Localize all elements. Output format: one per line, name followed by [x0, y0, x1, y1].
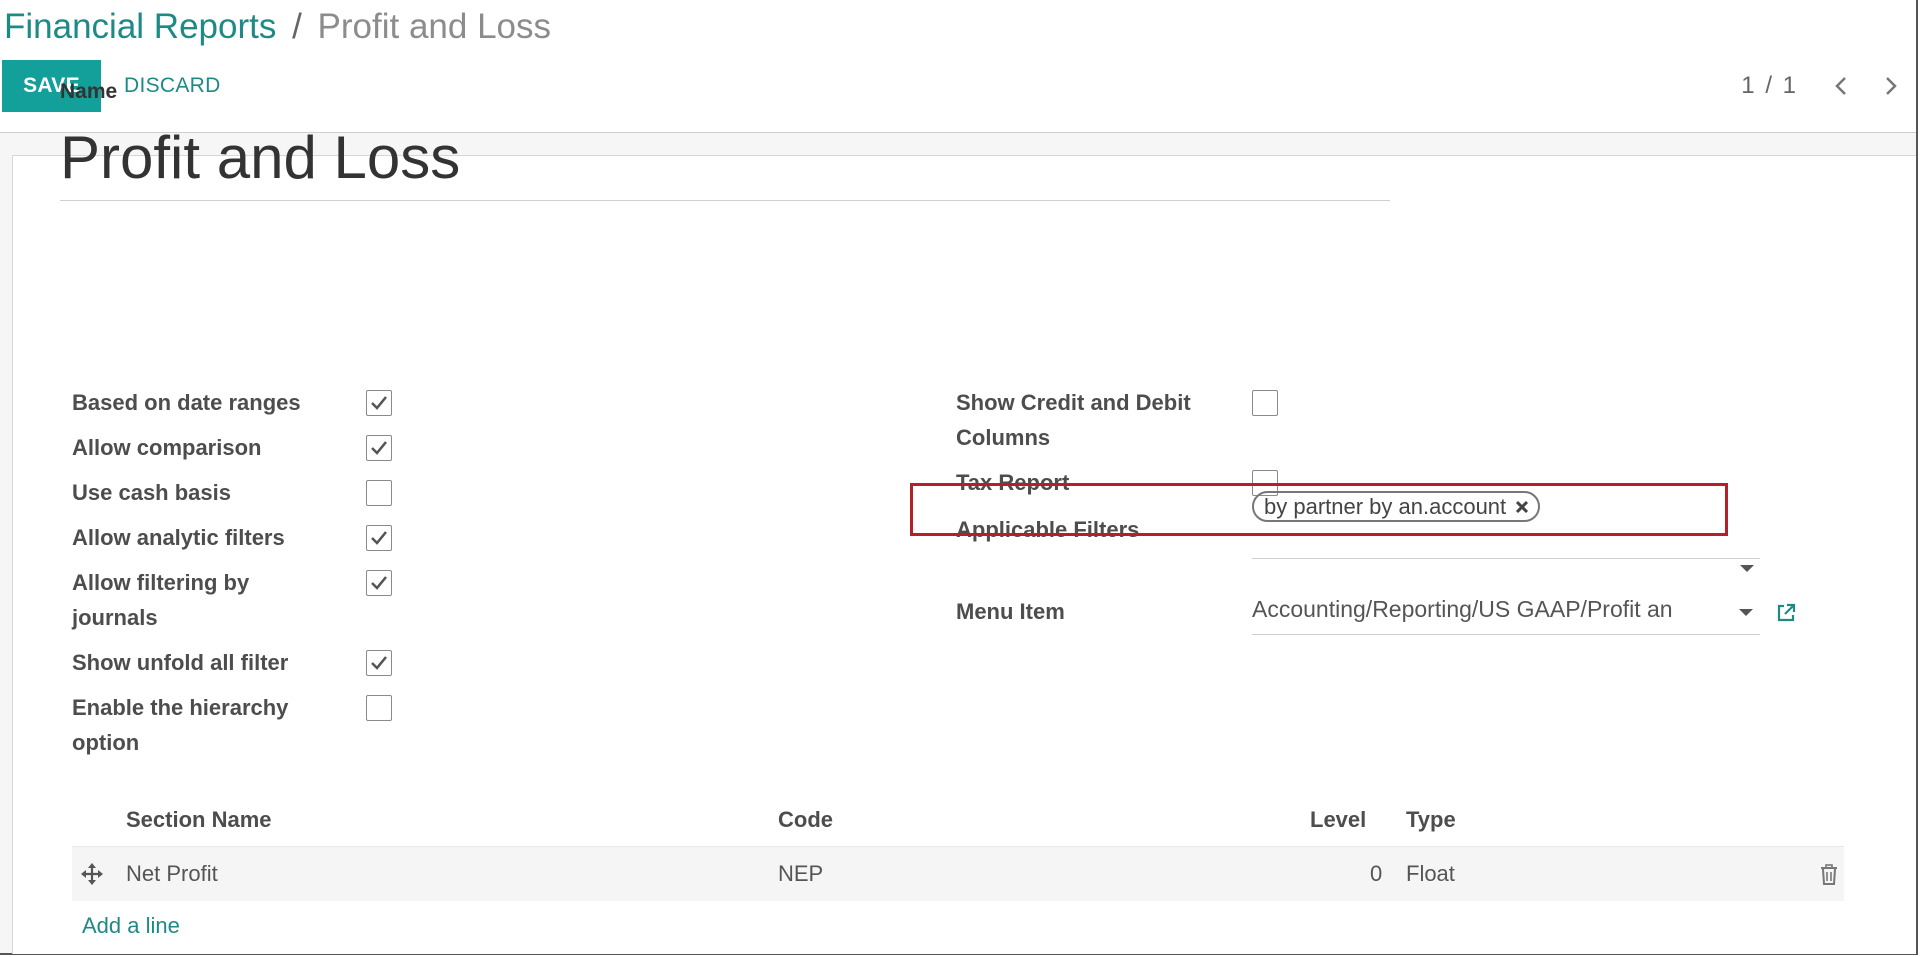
field-allow-comparison: Allow comparison — [72, 430, 261, 465]
menu-item-select[interactable]: Accounting/Reporting/US GAAP/Profit an — [1252, 586, 1760, 635]
filter-tag: by partner by an.account — [1252, 491, 1541, 522]
control-panel: Financial Reports / Profit and Loss SAVE… — [0, 0, 1916, 133]
move-arrows-icon — [81, 863, 103, 885]
checkbox-based-on-date-ranges[interactable] — [366, 390, 392, 416]
field-label: Based on date ranges — [72, 390, 301, 415]
field-label: journals — [72, 605, 158, 630]
pager: 1 / 1 — [1741, 66, 1916, 106]
checkmark-icon — [371, 441, 387, 455]
field-use-cash-basis: Use cash basis — [72, 475, 231, 510]
checkbox-allow-comparison[interactable] — [366, 435, 392, 461]
column-header-code[interactable]: Code — [778, 798, 833, 842]
field-show-unfold-all-filter: Show unfold all filter — [72, 645, 288, 680]
close-icon — [1516, 500, 1529, 513]
field-label: option — [72, 730, 140, 755]
field-label: Menu Item — [956, 599, 1065, 624]
field-label: Show Credit and Debit — [956, 390, 1191, 415]
cell-type: Float — [1406, 861, 1455, 886]
field-applicable-filters: Applicable Filters — [956, 512, 1139, 547]
field-label: Use cash basis — [72, 480, 231, 505]
checkbox-enable-hierarchy-option[interactable] — [366, 695, 392, 721]
field-label: Show unfold all filter — [72, 650, 289, 675]
breadcrumb-current: Profit and Loss — [317, 7, 552, 46]
field-based-on-date-ranges: Based on date ranges — [72, 385, 301, 420]
trash-icon — [1821, 864, 1837, 885]
dropdown-caret-icon[interactable] — [1740, 565, 1754, 572]
field-label: Enable the hierarchy — [72, 695, 289, 720]
pager-next-button[interactable] — [1866, 66, 1916, 106]
name-input[interactable]: Profit and Loss — [60, 120, 1390, 201]
checkmark-icon — [371, 396, 387, 410]
checkbox-allow-filtering-by-journals[interactable] — [366, 570, 392, 596]
external-link-button[interactable] — [1774, 601, 1798, 625]
checkbox-show-credit-debit-columns[interactable] — [1252, 390, 1278, 416]
add-line-link[interactable]: Add a line — [82, 908, 180, 944]
checkmark-icon — [371, 656, 387, 670]
name-label: Name — [60, 80, 118, 103]
field-allow-filtering-by-journals: Allow filtering by journals — [72, 565, 249, 635]
field-allow-analytic-filters: Allow analytic filters — [72, 520, 285, 555]
chevron-right-icon — [1886, 77, 1897, 95]
breadcrumb-parent-link[interactable]: Financial Reports — [4, 7, 276, 46]
cell-section-name: Net Profit — [126, 861, 218, 886]
field-label: Applicable Filters — [956, 517, 1140, 542]
column-header-level[interactable]: Level — [1310, 798, 1366, 842]
dropdown-caret-icon[interactable] — [1739, 609, 1753, 616]
checkbox-allow-analytic-filters[interactable] — [366, 525, 392, 551]
breadcrumb-separator: / — [292, 7, 302, 46]
field-tax-report: Tax Report — [956, 465, 1069, 500]
checkbox-show-unfold-all-filter[interactable] — [366, 650, 392, 676]
chevron-left-icon — [1835, 77, 1846, 95]
checkmark-icon — [371, 531, 387, 545]
breadcrumb: Financial Reports / Profit and Loss — [4, 6, 551, 48]
field-menu-item: Menu Item — [956, 594, 1065, 629]
checkmark-icon — [371, 576, 387, 590]
field-label: Allow filtering by — [72, 570, 250, 595]
delete-row-button[interactable] — [1818, 863, 1840, 887]
field-label: Allow comparison — [72, 435, 262, 460]
cell-level: 0 — [1370, 861, 1383, 886]
cell-code: NEP — [778, 861, 824, 886]
field-label: Allow analytic filters — [72, 525, 285, 550]
pager-value[interactable]: 1 / 1 — [1741, 72, 1798, 100]
external-link-icon — [1777, 603, 1796, 622]
table-header: Section Name Code Level Type — [72, 798, 1844, 842]
tag-remove-button[interactable] — [1514, 499, 1530, 515]
field-label: Tax Report — [956, 470, 1070, 495]
table-row[interactable]: Net Profit NEP 0 Float — [72, 846, 1844, 901]
field-show-credit-debit-columns: Show Credit and Debit Columns — [956, 385, 1191, 455]
pager-previous-button[interactable] — [1816, 66, 1866, 106]
checkbox-use-cash-basis[interactable] — [366, 480, 392, 506]
field-label: Columns — [956, 425, 1051, 450]
field-enable-hierarchy-option: Enable the hierarchy option — [72, 690, 288, 760]
column-header-type[interactable]: Type — [1406, 798, 1456, 842]
filter-tag-label: by partner by an.account — [1264, 494, 1507, 519]
menu-item-value: Accounting/Reporting/US GAAP/Profit an — [1252, 596, 1673, 622]
discard-button[interactable]: DISCARD — [112, 60, 233, 112]
column-header-section-name[interactable]: Section Name — [126, 798, 272, 842]
drag-handle[interactable] — [80, 862, 104, 886]
applicable-filters-input[interactable] — [1252, 528, 1760, 559]
